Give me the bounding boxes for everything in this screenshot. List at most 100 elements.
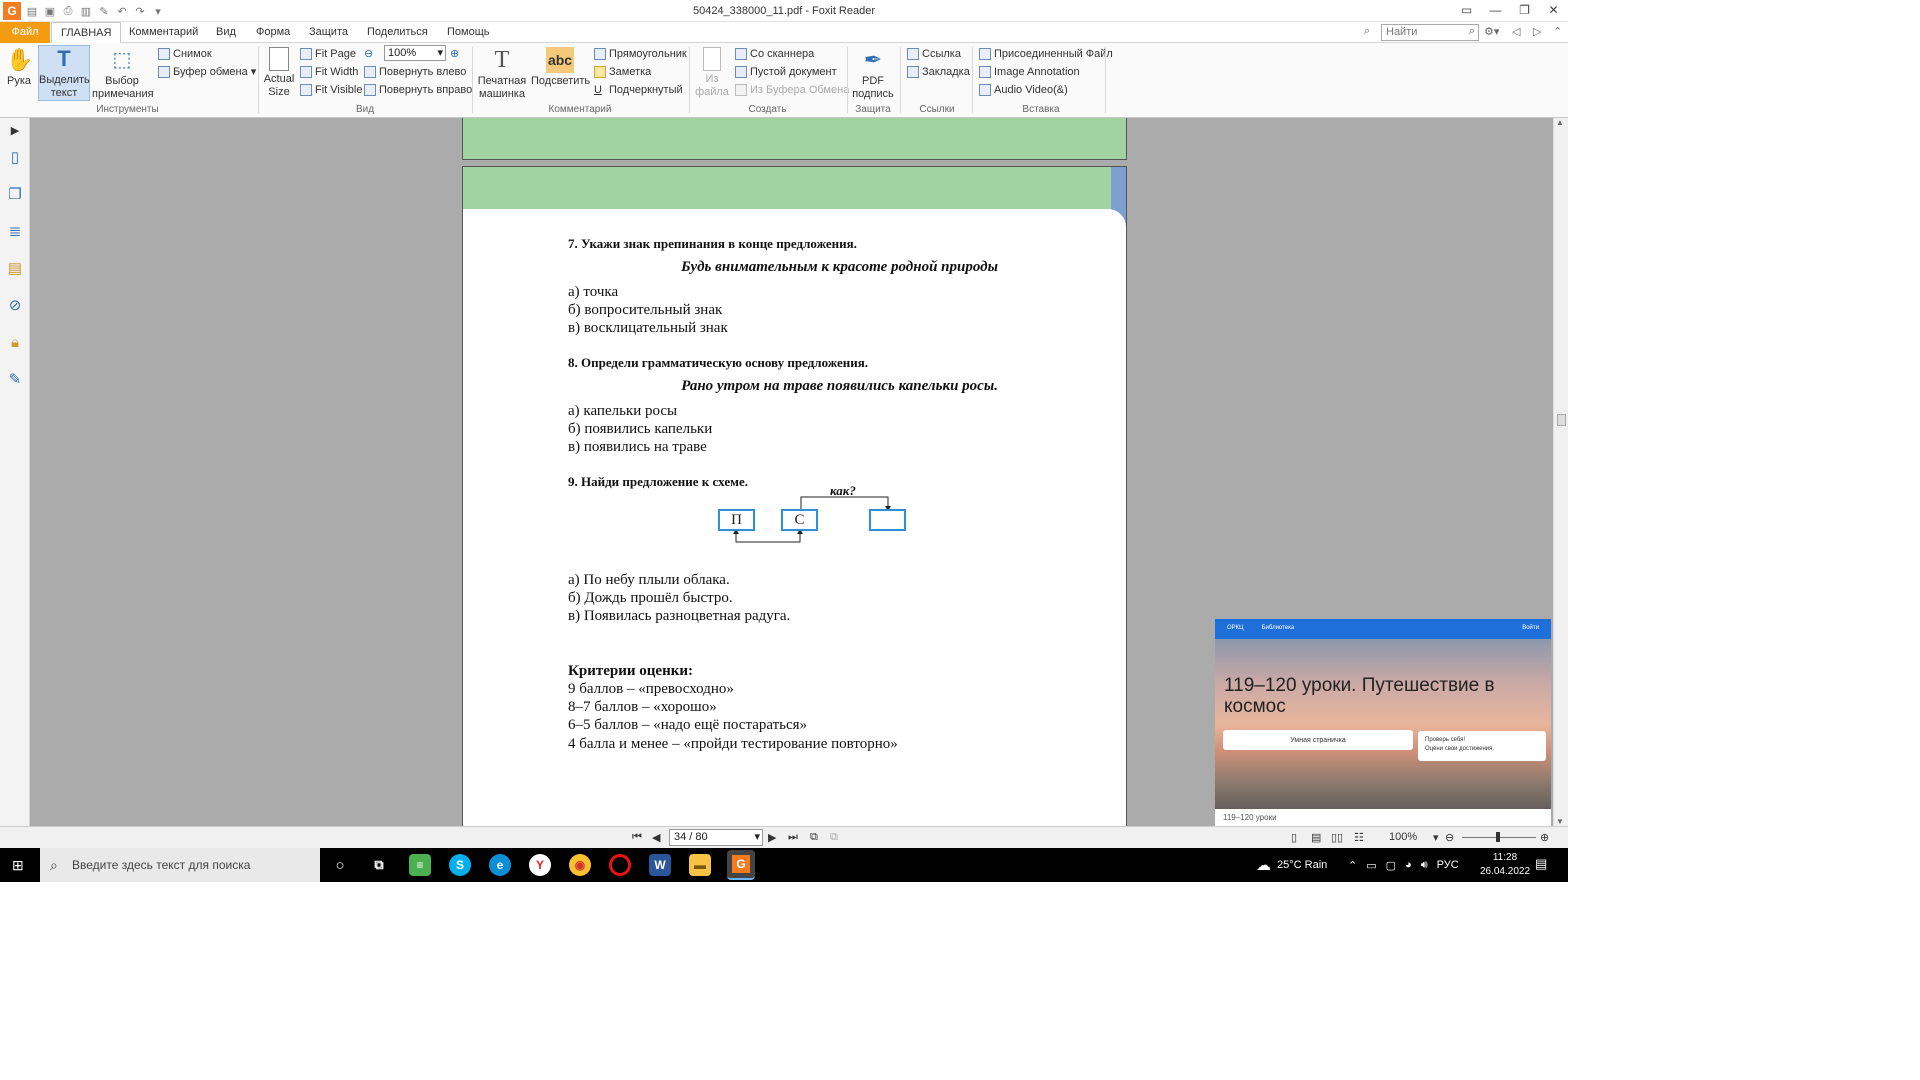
search-icon[interactable]: ⌕ <box>1469 25 1475 38</box>
tab-home[interactable]: ГЛАВНАЯ <box>51 22 122 44</box>
tab-file[interactable]: Файл <box>0 22 50 43</box>
windows-start-icon[interactable]: ⊞ <box>12 857 24 874</box>
last-page-icon[interactable]: ⏭ <box>788 831 798 844</box>
clock[interactable]: 11:28 26.04.2022 <box>1478 851 1532 879</box>
show-hidden-icons-icon[interactable]: ⌃ <box>1348 859 1357 872</box>
tab-form[interactable]: Форма <box>247 22 299 43</box>
next-view-icon[interactable]: ⧉ <box>830 831 838 844</box>
link-button[interactable]: Ссылка <box>907 46 961 62</box>
continuous-facing-icon[interactable]: ☷ <box>1354 831 1364 844</box>
expand-panel-icon[interactable]: ▶ <box>6 121 24 139</box>
first-page-icon[interactable]: ⏮ <box>632 831 642 844</box>
rotate-left-button[interactable]: Повернуть влево <box>364 64 466 80</box>
facing-page-icon[interactable]: ▯▯ <box>1331 831 1343 844</box>
comments-icon[interactable]: ▤ <box>6 259 24 277</box>
zoom-out-icon[interactable]: ⊖ <box>364 46 373 62</box>
find-tool-icon[interactable]: ⌕ <box>1364 25 1370 38</box>
network-adapter-icon[interactable]: ▭ <box>1366 859 1376 872</box>
attached-file-button[interactable]: Присоединенный Файл <box>979 46 1113 62</box>
attachments-icon[interactable]: ⊘ <box>6 296 24 314</box>
bookmark-button[interactable]: Закладка <box>907 64 970 80</box>
tab-help[interactable]: Помощь <box>438 22 499 43</box>
continuous-page-icon[interactable]: ▤ <box>1311 831 1321 844</box>
weather-widget[interactable]: ☁ 25°C Rain <box>1256 848 1327 882</box>
highlight-button[interactable]: abc Подсветить <box>531 47 590 88</box>
tab-share[interactable]: Поделиться <box>358 22 437 43</box>
zoom-select[interactable]: 100% ▾ <box>384 45 446 61</box>
scroll-down-icon[interactable]: ▼ <box>1556 817 1564 826</box>
tab-protect[interactable]: Защита <box>300 22 357 43</box>
underline-button[interactable]: U Подчеркнутый <box>594 82 683 98</box>
input-language[interactable]: РУС <box>1437 859 1459 871</box>
minimize-button[interactable]: — <box>1481 0 1510 20</box>
signature-icon[interactable]: ✎ <box>6 370 24 388</box>
select-text-button[interactable]: T Выделить текст <box>38 45 90 101</box>
taskbar-search-input[interactable]: ⌕ Введите здесь текст для поиска <box>40 848 320 882</box>
note-button[interactable]: Заметка <box>594 64 651 80</box>
network-warning-icon[interactable]: ◕ <box>1405 859 1412 871</box>
fit-page-button[interactable]: Fit Page <box>300 46 356 62</box>
video-smart-page-button[interactable]: Умная страничка <box>1223 730 1413 750</box>
back-icon[interactable]: ◁ <box>1512 25 1520 38</box>
previous-page-icon[interactable]: ◀ <box>652 831 660 844</box>
zoom-slider-thumb[interactable] <box>1496 832 1500 842</box>
chevron-down-icon[interactable]: ▾ <box>1433 831 1439 844</box>
fit-visible-button[interactable]: Fit Visible <box>300 82 362 98</box>
settings-icon[interactable]: ⚙▾ <box>1484 25 1499 38</box>
lock-icon[interactable]: 🔒︎ <box>6 333 24 351</box>
zoom-in-icon[interactable]: ⊕ <box>450 46 459 62</box>
opera-icon[interactable] <box>609 854 631 876</box>
select-annotation-button[interactable]: ⬚ Выбор примечания <box>92 47 154 101</box>
previous-view-icon[interactable]: ⧉ <box>810 831 818 844</box>
from-file-button[interactable]: Из файла <box>694 47 730 99</box>
pages-icon[interactable]: ❐ <box>6 185 24 203</box>
cortana-icon[interactable]: ○ <box>329 854 351 876</box>
foxit-reader-taskbar-icon[interactable]: G <box>727 850 755 880</box>
notifications-icon[interactable]: ▤ <box>1535 856 1547 872</box>
chrome-icon[interactable]: ◉ <box>569 854 591 876</box>
scroll-up-icon[interactable]: ▲ <box>1556 118 1564 127</box>
hand-tool-button[interactable]: ✋ Рука <box>4 47 34 88</box>
skype-icon[interactable]: S <box>449 854 471 876</box>
vertical-scrollbar[interactable]: ▲ ▼ <box>1553 118 1568 826</box>
zoom-out-icon[interactable]: ⊖ <box>1445 831 1454 844</box>
audio-video-button[interactable]: Audio Video(&) <box>979 82 1068 98</box>
tab-comment[interactable]: Комментарий <box>120 22 207 43</box>
scrollbar-thumb[interactable] <box>1557 414 1566 426</box>
page-thumbnails-icon[interactable]: ▯ <box>6 148 24 166</box>
yandex-icon[interactable]: Y <box>529 854 551 876</box>
file-explorer-icon[interactable]: ▬ <box>689 854 711 876</box>
image-annotation-button[interactable]: Image Annotation <box>979 64 1080 80</box>
forward-icon[interactable]: ▷ <box>1533 25 1541 38</box>
layers-icon[interactable]: ≣ <box>6 222 24 240</box>
page-number-input[interactable]: 34 / 80 ▾ <box>669 829 763 846</box>
monitor-icon[interactable]: ▢ <box>1386 859 1396 872</box>
fit-width-button[interactable]: Fit Width <box>300 64 358 80</box>
from-clipboard-button[interactable]: Из Буфера Обмена <box>735 82 849 98</box>
maximize-button[interactable]: ❐ <box>1510 0 1539 20</box>
actual-size-button[interactable]: Actual Size <box>263 47 295 99</box>
pdf-sign-button[interactable]: ✒ PDF подпись <box>851 47 895 101</box>
snapshot-button[interactable]: Снимок <box>158 46 212 62</box>
rotate-right-button[interactable]: Повернуть вправо <box>364 82 472 98</box>
word-icon[interactable]: W <box>649 854 671 876</box>
tab-view[interactable]: Вид <box>207 22 245 43</box>
next-page-icon[interactable]: ▶ <box>768 831 776 844</box>
from-scanner-button[interactable]: Со сканнера <box>735 46 814 62</box>
zoom-level[interactable]: 100% <box>1389 831 1417 843</box>
task-view-icon[interactable]: ⧉ <box>368 854 390 876</box>
search-input[interactable]: Найти ⌕ <box>1381 24 1479 41</box>
close-button[interactable]: ✕ <box>1539 0 1568 20</box>
clipboard-button[interactable]: Буфер обмена ▾ <box>158 64 256 80</box>
rectangle-button[interactable]: Прямоугольник <box>594 46 687 62</box>
restore-layout-button[interactable]: ▭ <box>1452 0 1481 20</box>
typewriter-button[interactable]: T Печатная машинка <box>477 47 527 101</box>
single-page-icon[interactable]: ▯ <box>1291 831 1297 844</box>
app-stack-icon[interactable]: ≡ <box>409 854 431 876</box>
blank-document-button[interactable]: Пустой документ <box>735 64 837 80</box>
collapse-ribbon-icon[interactable]: ⌃ <box>1553 25 1562 38</box>
video-overlay[interactable]: ОРКЦ Библиотека Войти 119–120 уроки. Пут… <box>1215 619 1551 829</box>
edge-icon[interactable]: e <box>489 854 511 876</box>
volume-icon[interactable]: 🔊︎ <box>1421 859 1428 872</box>
zoom-in-icon[interactable]: ⊕ <box>1540 831 1549 844</box>
